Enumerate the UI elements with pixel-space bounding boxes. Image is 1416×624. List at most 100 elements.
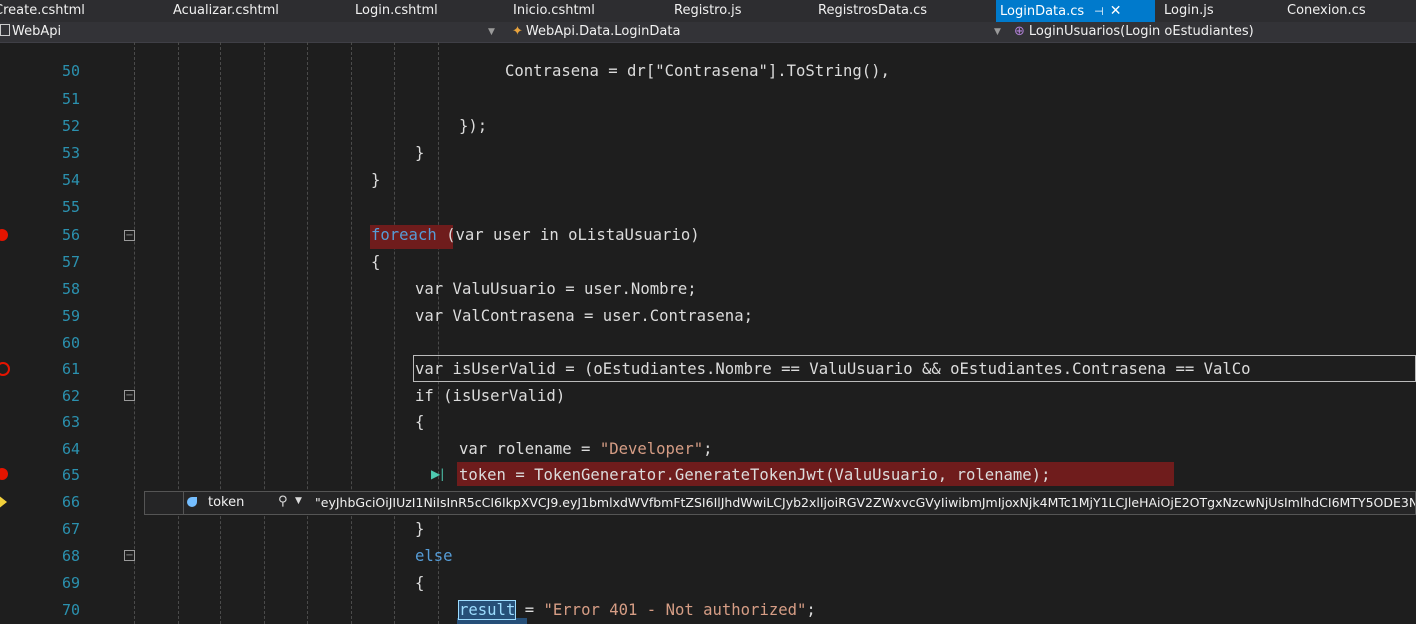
code-text: var isUserValid = (oEstudiantes.Nombre =… <box>415 360 1251 378</box>
tab-label: Conexion.cs <box>1287 3 1366 18</box>
tab-inicio[interactable]: Inicio.cshtml <box>513 0 595 22</box>
line-number: 53 <box>61 144 80 162</box>
code-line[interactable]: 59 var ValContrasena = user.Contrasena; <box>0 303 1416 330</box>
line-number: 68 <box>61 547 80 565</box>
tab-logindata-active[interactable]: LoginData.cs ⊣ ✕ <box>996 0 1155 22</box>
code-text: var ValuUsuario = user.Nombre; <box>415 280 697 298</box>
code-line[interactable]: 58 var ValuUsuario = user.Nombre; <box>0 276 1416 303</box>
code-text: var rolename = <box>459 440 600 458</box>
code-line[interactable]: 62 if (isUserValid) <box>0 383 1416 410</box>
code-line[interactable]: 51 <box>0 86 1416 113</box>
code-line[interactable]: 52}); <box>0 113 1416 140</box>
datatip-popup[interactable]: token ⚲ ▼ "eyJhbGciOiJIUzI1NiIsInR5cCI6I… <box>144 491 1416 515</box>
tab-label: Acualizar.cshtml <box>173 3 279 18</box>
tab-registrosdata[interactable]: RegistrosData.cs <box>818 0 927 22</box>
code-line[interactable]: 57 { <box>0 249 1416 276</box>
code-text: ; <box>806 601 816 619</box>
line-number: 59 <box>61 307 80 325</box>
code-line[interactable]: 63 { <box>0 409 1416 436</box>
code-line[interactable]: 53} <box>0 140 1416 167</box>
method-icon: ⊕ <box>1014 24 1025 39</box>
tab-label: Login.cshtml <box>355 3 438 18</box>
line-number: 70 <box>61 601 80 619</box>
datatip-value: "eyJhbGciOiJIUzI1NiIsInR5cCI6IkpXVCJ9.ey… <box>315 495 1416 510</box>
project-dropdown[interactable]: WebApi <box>0 22 61 42</box>
code-text: (var user in oListaUsuario) <box>436 226 700 244</box>
tab-label: RegistrosData.cs <box>818 3 928 18</box>
code-text: { <box>415 574 425 592</box>
tab-create[interactable]: Create.cshtml <box>0 0 85 22</box>
line-number: 62 <box>61 387 80 405</box>
member-name: LoginUsuarios(Login oEstudiantes) <box>1028 24 1254 39</box>
magnifier-icon[interactable]: ⚲ <box>278 494 288 509</box>
tab-login-cshtml[interactable]: Login.cshtml <box>355 0 438 22</box>
tab-login-js[interactable]: Login.js <box>1164 0 1214 22</box>
line-number: 65 <box>61 466 80 484</box>
code-text: Contrasena = dr["Contrasena"].ToString()… <box>505 62 890 80</box>
class-icon: ✦ <box>512 24 523 39</box>
code-text: ; <box>703 440 713 458</box>
close-tab-icon[interactable]: ✕ <box>1110 3 1122 19</box>
chevron-down-icon[interactable]: ▼ <box>488 22 495 42</box>
code-text: } <box>371 171 381 189</box>
chevron-down-icon[interactable]: ▼ <box>994 22 1001 42</box>
code-text: = <box>515 601 544 619</box>
collapse-icon[interactable]: − <box>124 230 135 241</box>
project-name: WebApi <box>12 24 62 39</box>
line-number: 54 <box>61 171 80 189</box>
code-text: } <box>415 520 425 538</box>
chevron-down-icon[interactable]: ▼ <box>295 496 302 506</box>
code-string: "Developer" <box>599 440 704 458</box>
type-dropdown[interactable]: ✦ WebApi.Data.LoginData <box>512 22 680 42</box>
line-number: 66 <box>61 493 80 511</box>
code-line[interactable]: 67} <box>0 516 1416 543</box>
line-number: 63 <box>61 413 80 431</box>
navigation-bar: WebApi ▼ ✦ WebApi.Data.LoginData ▼ ⊕ Login… <box>0 22 1416 43</box>
code-text: token = TokenGenerator.GenerateTokenJwt(… <box>459 466 1051 484</box>
line-number: 52 <box>61 117 80 135</box>
line-number: 64 <box>61 440 80 458</box>
code-text: { <box>415 413 425 431</box>
code-line[interactable]: 55 <box>0 194 1416 221</box>
code-line[interactable]: 61 var isUserValid = (oEstudiantes.Nombre… <box>0 356 1416 383</box>
current-line-arrow-icon <box>0 495 7 509</box>
tab-conexion[interactable]: Conexion.cs <box>1287 0 1366 22</box>
code-text: if (isUserValid) <box>415 387 566 405</box>
tab-label: Create.cshtml <box>0 3 85 18</box>
code-line[interactable]: 56 foreach (var user in oListaUsuario) <box>0 222 1416 249</box>
tab-registro-js[interactable]: Registro.js <box>674 0 741 22</box>
code-line[interactable]: 69 { <box>0 570 1416 597</box>
line-number: 50 <box>61 62 80 80</box>
code-line[interactable]: 70 result = "Error 401 - Not authorized"; <box>0 597 1416 624</box>
line-number: 67 <box>61 520 80 538</box>
code-line[interactable]: 54} <box>0 167 1416 194</box>
collapse-icon[interactable]: − <box>124 390 135 401</box>
code-line[interactable]: 65 token = TokenGenerator.GenerateTokenJw… <box>0 462 1416 489</box>
member-dropdown[interactable]: ⊕ LoginUsuarios(Login oEstudiantes) <box>1014 22 1254 42</box>
code-keyword: else <box>415 547 453 565</box>
line-number: 61 <box>61 360 80 378</box>
tab-acualizar[interactable]: Acualizar.cshtml <box>173 0 279 22</box>
code-line[interactable]: 68 else <box>0 543 1416 570</box>
code-keyword: foreach <box>371 226 437 244</box>
pin-datatip-icon[interactable] <box>145 492 184 514</box>
code-line[interactable]: 64 var rolename = "Developer"; <box>0 436 1416 463</box>
variable-icon <box>187 497 197 507</box>
step-arrow-icon: ▶| <box>431 467 445 481</box>
code-line[interactable]: 60 <box>0 330 1416 357</box>
line-number: 57 <box>61 253 80 271</box>
line-number: 51 <box>61 90 80 108</box>
code-text: }); <box>459 117 488 135</box>
line-number: 60 <box>61 334 80 352</box>
tab-label: Inicio.cshtml <box>513 3 595 18</box>
line-number: 69 <box>61 574 80 592</box>
code-text: { <box>371 253 381 271</box>
project-icon <box>0 24 10 36</box>
collapse-icon[interactable]: − <box>124 550 135 561</box>
code-text: var ValContrasena = user.Contrasena; <box>415 307 753 325</box>
datatip-variable-name: token <box>208 495 245 510</box>
line-number: 58 <box>61 280 80 298</box>
pin-icon[interactable]: ⊣ <box>1094 5 1104 18</box>
code-line[interactable]: 50 Contrasena = dr["Contrasena"].ToString… <box>0 58 1416 85</box>
line-number: 55 <box>61 198 80 216</box>
